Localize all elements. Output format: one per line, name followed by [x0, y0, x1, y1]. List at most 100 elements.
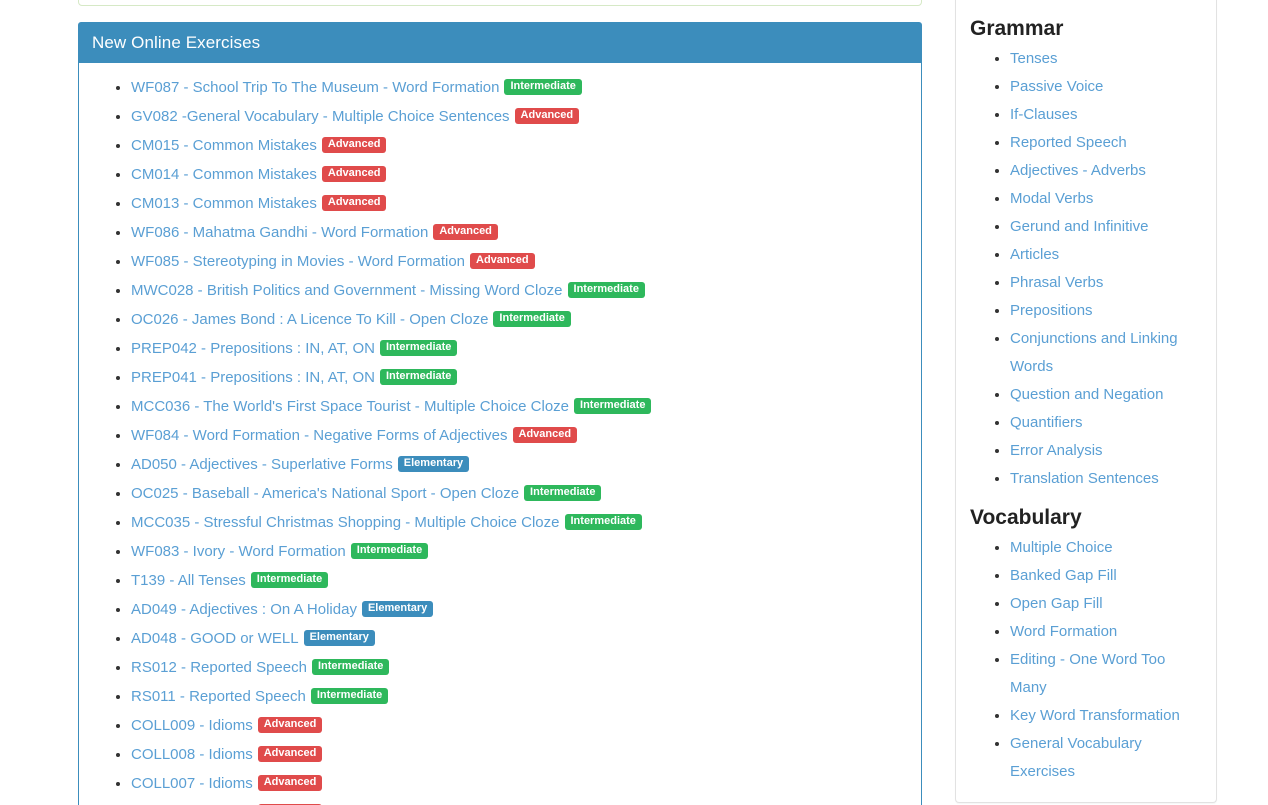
exercise-link[interactable]: WF086 - Mahatma Gandhi - Word Formation: [131, 224, 428, 241]
exercise-link[interactable]: T139 - All Tenses: [131, 572, 246, 589]
sidebar-link[interactable]: Modal Verbs: [1010, 190, 1093, 207]
sidebar-link[interactable]: Gerund and Infinitive: [1010, 218, 1148, 235]
exercise-link[interactable]: MWC028 - British Politics and Government…: [131, 282, 563, 299]
sidebar-list-item: Key Word Transformation: [1010, 702, 1202, 730]
exercise-list-item: MCC035 - Stressful Christmas Shopping - …: [131, 508, 911, 537]
exercise-link[interactable]: PREP041 - Prepositions : IN, AT, ON: [131, 369, 375, 386]
sidebar-link[interactable]: If-Clauses: [1010, 106, 1078, 123]
sidebar-list-item: Phrasal Verbs: [1010, 269, 1202, 297]
sidebar-link[interactable]: Prepositions: [1010, 302, 1093, 319]
sidebar-section-heading: Grammar: [970, 16, 1202, 41]
exercise-list-item: OC026 - James Bond : A Licence To Kill -…: [131, 305, 911, 334]
level-badge: Intermediate: [380, 369, 457, 385]
sidebar-link[interactable]: Error Analysis: [1010, 442, 1103, 459]
sidebar-link[interactable]: Articles: [1010, 246, 1059, 263]
exercise-link[interactable]: WF083 - Ivory - Word Formation: [131, 543, 346, 560]
level-badge: Intermediate: [504, 79, 581, 95]
sidebar-list-item: Gerund and Infinitive: [1010, 213, 1202, 241]
sidebar-link[interactable]: Passive Voice: [1010, 78, 1103, 95]
sidebar-link[interactable]: Phrasal Verbs: [1010, 274, 1103, 291]
sidebar-link[interactable]: Word Formation: [1010, 623, 1117, 640]
level-badge: Advanced: [258, 775, 323, 791]
sidebar-link[interactable]: Open Gap Fill: [1010, 595, 1103, 612]
sidebar-link[interactable]: Banked Gap Fill: [1010, 567, 1117, 584]
sidebar-link[interactable]: Tenses: [1010, 50, 1058, 67]
exercise-link[interactable]: WF084 - Word Formation - Negative Forms …: [131, 427, 508, 444]
sidebar-link[interactable]: Quantifiers: [1010, 414, 1083, 431]
sidebar-list-item: Quantifiers: [1010, 409, 1202, 437]
exercise-link[interactable]: PREP042 - Prepositions : IN, AT, ON: [131, 340, 375, 357]
level-badge: Intermediate: [493, 311, 570, 327]
exercise-list-item: T139 - All Tenses Intermediate: [131, 566, 911, 595]
exercise-link[interactable]: AD048 - GOOD or WELL: [131, 630, 299, 647]
exercise-link[interactable]: GV082 -General Vocabulary - Multiple Cho…: [131, 108, 510, 125]
level-badge: Advanced: [258, 746, 323, 762]
sidebar-list-item: Reported Speech: [1010, 129, 1202, 157]
exercise-link[interactable]: CM015 - Common Mistakes: [131, 137, 317, 154]
exercise-list-item: CM013 - Common Mistakes Advanced: [131, 189, 911, 218]
sidebar-section-list: Multiple Choice Banked Gap Fill Open Gap F…: [970, 534, 1202, 786]
level-badge: Intermediate: [380, 340, 457, 356]
page-title: New Online Exercises: [92, 34, 260, 51]
sidebar-link[interactable]: Editing - One Word Too Many: [1010, 651, 1165, 696]
exercise-link[interactable]: AD049 - Adjectives : On A Holiday: [131, 601, 357, 618]
sidebar-link[interactable]: Adjectives - Adverbs: [1010, 162, 1146, 179]
sidebar-link[interactable]: Key Word Transformation: [1010, 707, 1180, 724]
level-badge: Elementary: [304, 630, 375, 646]
level-badge: Intermediate: [574, 398, 651, 414]
level-badge: Intermediate: [251, 572, 328, 588]
sidebar-list-item: Passive Voice: [1010, 73, 1202, 101]
sidebar-link[interactable]: Conjunctions and Linking Words: [1010, 330, 1178, 375]
sidebar-link[interactable]: Translation Sentences: [1010, 470, 1159, 487]
page-root: New Online Exercises WF087 - School Trip…: [0, 0, 1268, 805]
exercise-link[interactable]: CM014 - Common Mistakes: [131, 166, 317, 183]
exercise-link[interactable]: RS012 - Reported Speech: [131, 659, 307, 676]
sidebar-list-item: Error Analysis: [1010, 437, 1202, 465]
level-badge: Advanced: [470, 253, 535, 269]
sidebar-list-item: Adjectives - Adverbs: [1010, 157, 1202, 185]
exercise-link[interactable]: MCC036 - The World's First Space Tourist…: [131, 398, 569, 415]
sidebar-section-heading: Vocabulary: [970, 505, 1202, 530]
exercise-list-item: COLL006 - IdiomsAdvanced: [131, 798, 911, 805]
sidebar-list-item: General Vocabulary Exercises: [1010, 730, 1202, 786]
main-content-column: New Online Exercises WF087 - School Trip…: [78, 22, 922, 805]
sidebar-list-item: Multiple Choice: [1010, 534, 1202, 562]
sidebar-link[interactable]: Multiple Choice: [1010, 539, 1113, 556]
sidebar-list-item: Articles: [1010, 241, 1202, 269]
exercise-list-item: COLL008 - Idioms Advanced: [131, 740, 911, 769]
exercise-list: WF087 - School Trip To The Museum - Word…: [89, 73, 911, 805]
sidebar-link[interactable]: General Vocabulary Exercises: [1010, 735, 1142, 780]
exercise-list-item: CM015 - Common MistakesAdvanced: [131, 131, 911, 160]
exercise-link[interactable]: COLL009 - Idioms: [131, 717, 253, 734]
sidebar-link[interactable]: Question and Negation: [1010, 386, 1163, 403]
exercise-list-item: WF086 - Mahatma Gandhi - Word FormationA…: [131, 218, 911, 247]
exercise-list-body: WF087 - School Trip To The Museum - Word…: [79, 63, 921, 805]
level-badge: Advanced: [322, 166, 387, 182]
new-online-exercises-header: New Online Exercises: [78, 22, 922, 63]
exercise-link[interactable]: OC025 - Baseball - America's National Sp…: [131, 485, 519, 502]
right-sidebar: Grammar Tenses Passive Voice If-Clauses Repo…: [955, 0, 1217, 805]
level-badge: Advanced: [322, 195, 387, 211]
exercise-link[interactable]: OC026 - James Bond : A Licence To Kill -…: [131, 311, 488, 328]
level-badge: Intermediate: [312, 659, 389, 675]
sidebar-link[interactable]: Reported Speech: [1010, 134, 1127, 151]
exercise-list-item: WF087 - School Trip To The Museum - Word…: [131, 73, 911, 102]
exercise-link[interactable]: WF085 - Stereotyping in Movies - Word Fo…: [131, 253, 465, 270]
exercise-list-item: GV082 -General Vocabulary - Multiple Cho…: [131, 102, 911, 131]
exercise-list-item: COLL007 - Idioms Advanced: [131, 769, 911, 798]
exercise-list-item: WF084 - Word Formation - Negative Forms …: [131, 421, 911, 450]
exercise-link[interactable]: COLL008 - Idioms: [131, 746, 253, 763]
exercise-link[interactable]: CM013 - Common Mistakes: [131, 195, 317, 212]
exercise-list-item: PREP042 - Prepositions : IN, AT, ON Inter…: [131, 334, 911, 363]
exercise-link[interactable]: MCC035 - Stressful Christmas Shopping - …: [131, 514, 560, 531]
exercise-list-item: AD048 - GOOD or WELL Elementary: [131, 624, 911, 653]
exercise-link[interactable]: WF087 - School Trip To The Museum - Word…: [131, 79, 499, 96]
exercise-list-item: OC025 - Baseball - America's National Sp…: [131, 479, 911, 508]
level-badge: Intermediate: [311, 688, 388, 704]
exercise-link[interactable]: COLL007 - Idioms: [131, 775, 253, 792]
level-badge: Elementary: [398, 456, 469, 472]
exercise-list-item: PREP041 - Prepositions : IN, AT, ON Inter…: [131, 363, 911, 392]
exercise-link[interactable]: RS011 - Reported Speech: [131, 688, 306, 705]
level-badge: Elementary: [362, 601, 433, 617]
exercise-link[interactable]: AD050 - Adjectives - Superlative Forms: [131, 456, 393, 473]
